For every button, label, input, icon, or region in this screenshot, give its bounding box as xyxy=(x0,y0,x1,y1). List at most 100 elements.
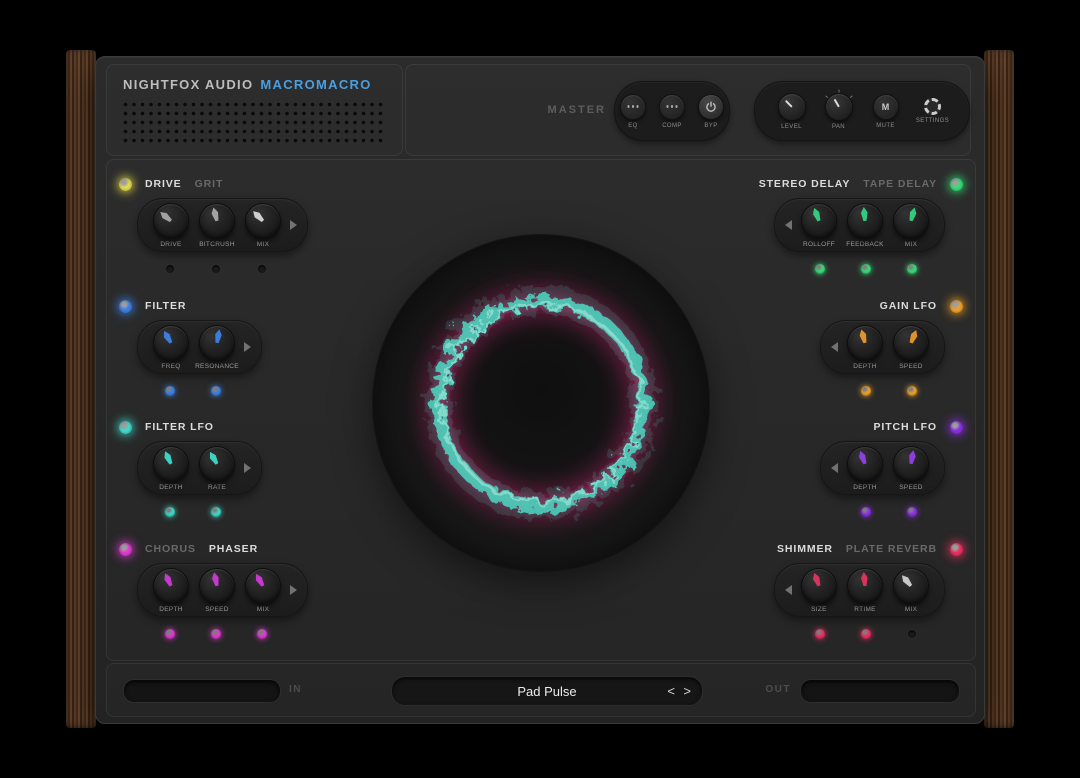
tab-drive[interactable]: DRIVE xyxy=(145,178,182,190)
tab-gain-lfo[interactable]: GAIN LFO xyxy=(880,300,937,312)
filter-lfo-knob-panel: DEPTH RATE xyxy=(137,441,262,495)
macro-visualizer[interactable] xyxy=(373,235,709,571)
preset-next-button[interactable]: > xyxy=(683,684,691,699)
shimmer-module-led[interactable] xyxy=(950,543,963,556)
drive-step-led[interactable] xyxy=(257,264,267,274)
knob-dial xyxy=(893,446,929,482)
shimmer-rtime-knob[interactable]: RTIME xyxy=(842,568,888,613)
comp-button[interactable]: COMP xyxy=(655,94,689,129)
shimmer-step-led[interactable] xyxy=(815,629,825,639)
filter-lfo-step-leds xyxy=(165,507,221,517)
wood-rail-right xyxy=(984,50,1014,728)
ellipsis-icon xyxy=(671,105,674,108)
settings-button[interactable]: SETTINGS xyxy=(916,98,950,124)
tab-tape-delay[interactable]: TAPE DELAY xyxy=(863,178,937,190)
stereo-delay-feedback-knob[interactable]: FEEDBACK xyxy=(842,203,888,248)
chevron-left-icon[interactable] xyxy=(785,585,792,595)
drive-bitcrush-knob[interactable]: BITCRUSH xyxy=(194,203,240,248)
gain-lfo-step-led[interactable] xyxy=(861,386,871,396)
filter-resonance-knob[interactable]: RESONANCE xyxy=(194,325,240,370)
pan-knob[interactable]: PAN xyxy=(822,93,856,130)
chorus-speed-knob[interactable]: SPEED xyxy=(194,568,240,613)
tab-filter[interactable]: FILTER xyxy=(145,300,186,312)
mute-circle: M xyxy=(873,94,899,120)
pitch-lfo-depth-knob[interactable]: DEPTH xyxy=(842,446,888,491)
gain-lfo-module-led[interactable] xyxy=(950,300,963,313)
chorus-step-led[interactable] xyxy=(211,629,221,639)
gain-lfo-speed-knob[interactable]: SPEED xyxy=(888,325,934,370)
tab-shimmer[interactable]: SHIMMER xyxy=(777,543,833,555)
knob-dial xyxy=(847,446,883,482)
tab-stereo-delay[interactable]: STEREO DELAY xyxy=(759,178,851,190)
preset-prev-button[interactable]: < xyxy=(667,684,675,699)
brand-name: NIGHTFOX AUDIO xyxy=(123,77,253,92)
filter-lfo-module-led[interactable] xyxy=(119,421,132,434)
knob-indicator xyxy=(209,571,223,587)
module-gain-lfo: GAIN LFO DEPTH SPEED xyxy=(820,296,963,396)
stereo-delay-mix-knob[interactable]: MIX xyxy=(888,203,934,248)
drive-mix-knob[interactable]: MIX xyxy=(240,203,286,248)
chorus-module-led[interactable] xyxy=(119,543,132,556)
shimmer-step-led[interactable] xyxy=(907,629,917,639)
chevron-right-icon[interactable] xyxy=(244,342,251,352)
knob-dial xyxy=(199,203,235,239)
chevron-right-icon[interactable] xyxy=(244,463,251,473)
level-knob[interactable]: LEVEL xyxy=(775,93,809,130)
chorus-knob-panel: DEPTH SPEED MIX xyxy=(137,563,308,617)
preset-selector[interactable]: Pad Pulse < > xyxy=(391,676,703,706)
filter-step-led[interactable] xyxy=(165,386,175,396)
stereo-delay-module-led[interactable] xyxy=(950,178,963,191)
filter-lfo-rate-knob[interactable]: RATE xyxy=(194,446,240,491)
gain-lfo-step-led[interactable] xyxy=(907,386,917,396)
stereo-delay-step-led[interactable] xyxy=(907,264,917,274)
knob-indicator xyxy=(208,206,222,222)
knob-label: DEPTH xyxy=(159,606,183,613)
tab-pitch-lfo[interactable]: PITCH LFO xyxy=(873,421,937,433)
pitch-lfo-step-led[interactable] xyxy=(907,507,917,517)
filter-step-led[interactable] xyxy=(211,386,221,396)
shimmer-mix-knob[interactable]: MIX xyxy=(888,568,934,613)
knob-label: FEEDBACK xyxy=(846,241,883,248)
tab-grit[interactable]: GRIT xyxy=(195,178,224,190)
speaker-grille xyxy=(123,102,387,146)
pitch-lfo-speed-knob[interactable]: SPEED xyxy=(888,446,934,491)
gain-lfo-depth-knob[interactable]: DEPTH xyxy=(842,325,888,370)
tab-chorus[interactable]: CHORUS xyxy=(145,543,196,555)
chorus-depth-knob[interactable]: DEPTH xyxy=(148,568,194,613)
chevron-right-icon[interactable] xyxy=(290,220,297,230)
tab-filter-lfo[interactable]: FILTER LFO xyxy=(145,421,214,433)
shimmer-size-knob[interactable]: SIZE xyxy=(796,568,842,613)
branding-section: NIGHTFOX AUDIO MACROMACRO xyxy=(106,64,403,156)
stereo-delay-step-leds xyxy=(815,264,917,274)
chevron-left-icon[interactable] xyxy=(831,463,838,473)
shimmer-step-led[interactable] xyxy=(861,629,871,639)
drive-step-led[interactable] xyxy=(165,264,175,274)
drive-drive-knob[interactable]: DRIVE xyxy=(148,203,194,248)
chevron-left-icon[interactable] xyxy=(831,342,838,352)
gain-lfo-tab-row: GAIN LFO xyxy=(880,296,963,316)
filter-lfo-step-led[interactable] xyxy=(211,507,221,517)
drive-step-led[interactable] xyxy=(211,264,221,274)
bypass-button[interactable]: BYP xyxy=(694,94,728,129)
filter-lfo-depth-knob[interactable]: DEPTH xyxy=(148,446,194,491)
knob-dial xyxy=(245,568,281,604)
stereo-delay-step-led[interactable] xyxy=(815,264,825,274)
eq-button[interactable]: EQ xyxy=(616,94,650,129)
tab-phaser[interactable]: PHASER xyxy=(209,543,258,555)
bypass-circle xyxy=(698,94,724,120)
pitch-lfo-step-led[interactable] xyxy=(861,507,871,517)
filter-module-led[interactable] xyxy=(119,300,132,313)
chorus-mix-knob[interactable]: MIX xyxy=(240,568,286,613)
chevron-left-icon[interactable] xyxy=(785,220,792,230)
drive-module-led[interactable] xyxy=(119,178,132,191)
stereo-delay-rolloff-knob[interactable]: ROLLOFF xyxy=(796,203,842,248)
tab-plate-reverb[interactable]: PLATE REVERB xyxy=(846,543,937,555)
mute-button[interactable]: M MUTE xyxy=(869,94,903,129)
filter-freq-knob[interactable]: FREQ xyxy=(148,325,194,370)
chevron-right-icon[interactable] xyxy=(290,585,297,595)
chorus-step-led[interactable] xyxy=(165,629,175,639)
stereo-delay-step-led[interactable] xyxy=(861,264,871,274)
filter-lfo-step-led[interactable] xyxy=(165,507,175,517)
chorus-step-led[interactable] xyxy=(257,629,267,639)
pitch-lfo-module-led[interactable] xyxy=(950,421,963,434)
